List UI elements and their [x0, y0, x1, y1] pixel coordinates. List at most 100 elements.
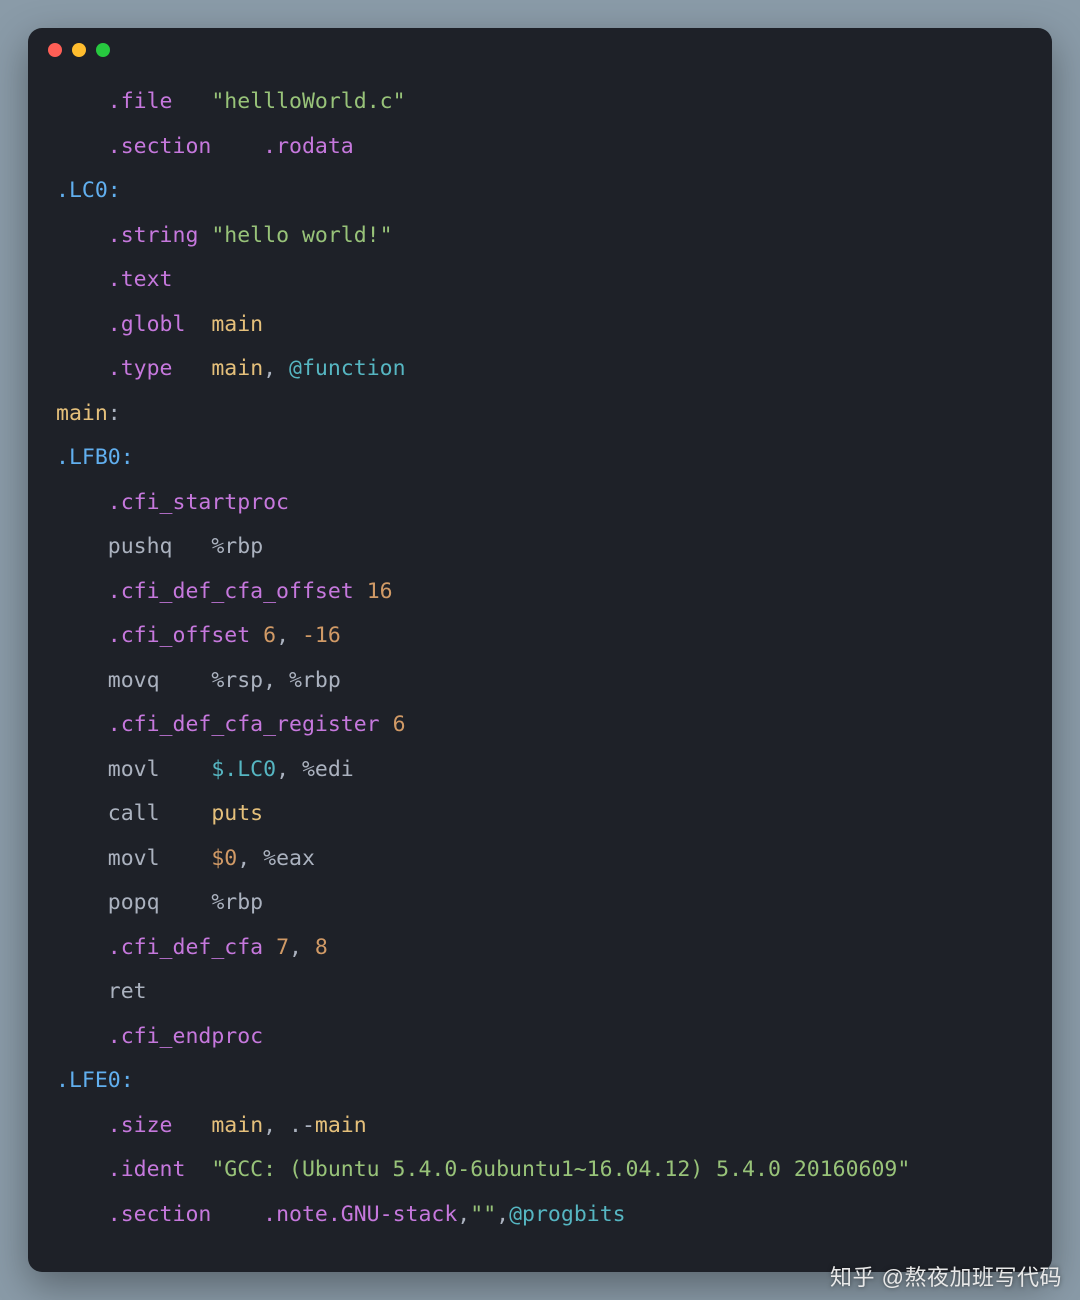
code-token: movl [108, 757, 160, 782]
code-line: .cfi_endproc [56, 1015, 1024, 1060]
code-token [263, 935, 276, 960]
code-line: .ident "GCC: (Ubuntu 5.4.0-6ubuntu1~16.0… [56, 1148, 1024, 1193]
code-line: .LC0: [56, 169, 1024, 214]
code-line: .cfi_def_cfa_offset 16 [56, 570, 1024, 615]
code-token: , [276, 623, 302, 648]
code-token: , [263, 668, 289, 693]
code-token: .ident [108, 1157, 186, 1182]
code-token: .cfi_startproc [108, 490, 289, 515]
code-token [56, 757, 108, 782]
code-token: 7 [276, 935, 289, 960]
code-token: , [289, 935, 315, 960]
code-token [56, 223, 108, 248]
code-line: movl $0, %eax [56, 837, 1024, 882]
code-token [173, 1113, 212, 1138]
code-token [56, 623, 108, 648]
code-token [56, 935, 108, 960]
code-token: "GCC: (Ubuntu 5.4.0-6ubuntu1~16.04.12) 5… [211, 1157, 910, 1182]
code-token: .text [108, 267, 173, 292]
code-token [56, 1024, 108, 1049]
code-line: .cfi_startproc [56, 481, 1024, 526]
code-token: main [211, 1113, 263, 1138]
code-token: .globl [108, 312, 186, 337]
watermark-text: 知乎 @熬夜加班写代码 [830, 1260, 1062, 1292]
code-token: .cfi_def_cfa [108, 935, 263, 960]
code-token [160, 668, 212, 693]
code-token: main [315, 1113, 367, 1138]
code-token: .cfi_def_cfa_register [108, 712, 380, 737]
code-token: $.LC0 [211, 757, 276, 782]
code-token: 8 [315, 935, 328, 960]
code-token: .LFB0: [56, 445, 134, 470]
code-token [56, 490, 108, 515]
close-icon[interactable] [48, 43, 62, 57]
code-token [56, 356, 108, 381]
code-token [56, 890, 108, 915]
code-token: , [276, 757, 302, 782]
code-token: : [108, 401, 121, 426]
code-line: ret [56, 970, 1024, 1015]
code-token: .type [108, 356, 173, 381]
code-token: movl [108, 846, 160, 871]
code-line: .size main, .-main [56, 1104, 1024, 1149]
code-token [160, 890, 212, 915]
code-line: .file "hellloWorld.c" [56, 80, 1024, 125]
code-token: .size [108, 1113, 173, 1138]
window-titlebar [28, 28, 1052, 72]
code-token: pushq [108, 534, 173, 559]
code-token [56, 801, 108, 826]
zoom-icon[interactable] [96, 43, 110, 57]
code-token: , [496, 1202, 509, 1227]
code-token: @progbits [509, 1202, 626, 1227]
code-token [173, 534, 212, 559]
code-token [56, 712, 108, 737]
code-line: .cfi_def_cfa 7, 8 [56, 926, 1024, 971]
code-token [56, 579, 108, 604]
code-line: .text [56, 258, 1024, 303]
code-token [173, 356, 212, 381]
code-token: %rbp [211, 534, 263, 559]
code-line: .section .rodata [56, 125, 1024, 170]
code-line: .string "hello world!" [56, 214, 1024, 259]
code-line: main: [56, 392, 1024, 437]
code-token [160, 757, 212, 782]
code-token: %rbp [289, 668, 341, 693]
code-token: , [457, 1202, 470, 1227]
code-token: "hello world!" [211, 223, 392, 248]
code-token [56, 668, 108, 693]
code-line: call puts [56, 792, 1024, 837]
code-token: main [211, 312, 263, 337]
code-token [185, 312, 211, 337]
code-token [56, 846, 108, 871]
code-token: main [56, 401, 108, 426]
code-token: @function [289, 356, 406, 381]
code-line: .cfi_offset 6, -16 [56, 614, 1024, 659]
code-token [211, 1202, 263, 1227]
code-token: "" [470, 1202, 496, 1227]
code-token: .file [108, 89, 173, 114]
code-token: .string [108, 223, 199, 248]
code-token: .note.GNU-stack [263, 1202, 457, 1227]
code-token: 6 [393, 712, 406, 737]
code-token [354, 579, 367, 604]
code-line: movl $.LC0, %edi [56, 748, 1024, 793]
code-token: , [237, 846, 263, 871]
code-token: %rsp [211, 668, 263, 693]
code-line: movq %rsp, %rbp [56, 659, 1024, 704]
code-line: .section .note.GNU-stack,"",@progbits [56, 1193, 1024, 1238]
code-line: pushq %rbp [56, 525, 1024, 570]
code-token [56, 267, 108, 292]
code-token [56, 1113, 108, 1138]
code-token [56, 979, 108, 1004]
code-token: "hellloWorld.c" [211, 89, 405, 114]
code-token [56, 1202, 108, 1227]
code-token: .LFE0: [56, 1068, 134, 1093]
code-token: call [108, 801, 160, 826]
code-token [211, 134, 263, 159]
minimize-icon[interactable] [72, 43, 86, 57]
code-token: .cfi_def_cfa_offset [108, 579, 354, 604]
code-token [173, 89, 212, 114]
code-token: , .- [263, 1113, 315, 1138]
code-token: .section [108, 1202, 212, 1227]
code-block: .file "hellloWorld.c" .section .rodata.L… [28, 72, 1052, 1272]
